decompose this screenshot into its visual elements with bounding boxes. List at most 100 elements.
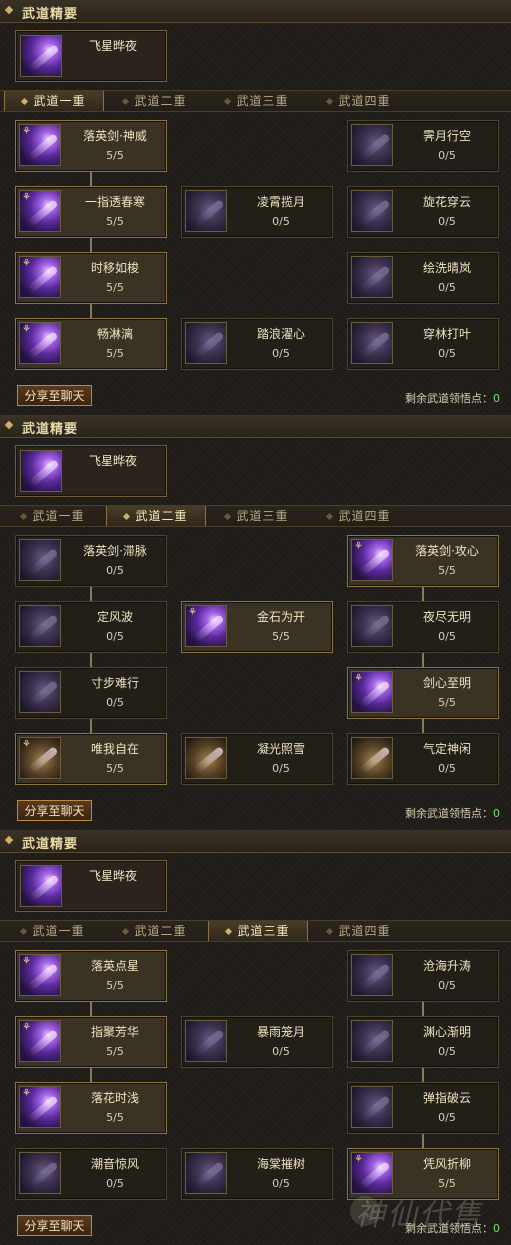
diamond-icon <box>4 5 14 15</box>
skill-node[interactable]: ⚘ 剑心至明 5/5 <box>347 667 499 719</box>
tab-label: 武道二重 <box>135 509 188 523</box>
skill-node[interactable]: ⚘ 落英剑·攻心 5/5 <box>347 535 499 587</box>
skill-level: 5/5 <box>106 762 124 775</box>
share-to-chat-button[interactable]: 分享至聊天 <box>17 385 92 406</box>
skill-level: 0/5 <box>438 347 456 360</box>
diamond-icon <box>20 512 28 521</box>
skill-node[interactable]: 踏浪濯心 0/5 <box>181 318 333 370</box>
skill-level: 5/5 <box>106 347 124 360</box>
skill-name: 金石为开 <box>256 610 305 624</box>
skill-node[interactable]: ⚘ 时移如梭 5/5 <box>15 252 167 304</box>
skill-level: 0/5 <box>438 281 456 294</box>
skill-icon: ⚘ <box>19 322 61 364</box>
diamond-icon <box>4 420 14 430</box>
skill-node[interactable]: 定风波 0/5 <box>15 601 167 653</box>
skill-level: 0/5 <box>106 1177 124 1190</box>
diamond-icon <box>326 97 334 106</box>
share-to-chat-button[interactable]: 分享至聊天 <box>17 1215 92 1236</box>
skill-icon <box>351 322 393 364</box>
skill-name: 落英剑·神威 <box>83 129 147 143</box>
skill-node[interactable]: ⚘ 落英点星 5/5 <box>15 950 167 1002</box>
skill-level: 5/5 <box>106 281 124 294</box>
skill-node[interactable]: ⚘ 畅淋漓 5/5 <box>15 318 167 370</box>
skill-name: 暴雨笼月 <box>256 1025 305 1039</box>
skill-name: 凝光照雪 <box>256 742 305 756</box>
remaining-points-value: 0 <box>493 1222 500 1235</box>
tab-tier-2[interactable]: 武道二重 <box>106 921 204 941</box>
diamond-icon <box>225 927 233 936</box>
skill-icon <box>185 1020 227 1062</box>
tab-tier-2[interactable]: 武道二重 <box>106 506 206 526</box>
tab-label: 武道三重 <box>236 509 289 523</box>
skill-level: 0/5 <box>272 215 290 228</box>
skill-tree-panel: 武道精要飞星晔夜武道一重 武道二重 武道三重 武道四重 ⚘ 落英点星 5/5 沧海升涛 0/5 ⚘… <box>0 830 511 1245</box>
skill-level: 5/5 <box>438 564 456 577</box>
skill-level: 5/5 <box>272 630 290 643</box>
essence-skill-icon <box>20 865 62 907</box>
skill-name: 时移如梭 <box>90 261 139 275</box>
skill-node[interactable]: ⚘ 落英剑·神威 5/5 <box>15 120 167 172</box>
skill-icon <box>351 954 393 996</box>
tier-tab-bar: 武道一重 武道二重 武道三重 武道四重 <box>0 920 511 942</box>
skill-level: 5/5 <box>106 979 124 992</box>
skill-node[interactable]: 夜尽无明 0/5 <box>347 601 499 653</box>
skill-tree-panel: 武道精要飞星晔夜武道一重 武道二重 武道三重 武道四重落英剑·滞脉 0/5 ⚘ 落英剑·攻心… <box>0 415 511 830</box>
skill-node[interactable]: 暴雨笼月 0/5 <box>181 1016 333 1068</box>
skill-level: 5/5 <box>106 215 124 228</box>
tab-label: 武道二重 <box>134 94 187 108</box>
essence-skill-slot[interactable]: 飞星晔夜 <box>15 860 167 912</box>
skill-icon: ⚘ <box>351 1152 393 1194</box>
section-title: 武道精要 <box>22 422 79 437</box>
tab-label: 武道一重 <box>32 924 85 938</box>
skill-node[interactable]: 寸步难行 0/5 <box>15 667 167 719</box>
skill-node[interactable]: ⚘ 唯我自在 5/5 <box>15 733 167 785</box>
skill-node[interactable]: 霁月行空 0/5 <box>347 120 499 172</box>
skill-node[interactable]: 绘洗晴岚 0/5 <box>347 252 499 304</box>
essence-skill-name: 飞星晔夜 <box>88 869 137 883</box>
skill-icon: ⚘ <box>351 539 393 581</box>
essence-skill-icon <box>20 450 62 492</box>
skill-icon: ⚘ <box>351 671 393 713</box>
tab-tier-3[interactable]: 武道三重 <box>208 921 308 941</box>
skill-icon <box>185 190 227 232</box>
tab-tier-4[interactable]: 武道四重 <box>310 921 408 941</box>
skill-node[interactable]: 潮音惊风 0/5 <box>15 1148 167 1200</box>
essence-skill-slot[interactable]: 飞星晔夜 <box>15 30 167 82</box>
share-to-chat-button[interactable]: 分享至聊天 <box>17 800 92 821</box>
skill-node[interactable]: 落英剑·滞脉 0/5 <box>15 535 167 587</box>
skill-node[interactable]: 旋花穿云 0/5 <box>347 186 499 238</box>
skill-name: 绘洗晴岚 <box>422 261 471 275</box>
tab-tier-2[interactable]: 武道二重 <box>106 91 204 111</box>
skill-icon <box>185 322 227 364</box>
skill-node[interactable]: ⚘ 金石为开 5/5 <box>181 601 333 653</box>
watermark-text: 神仙代售 <box>355 1198 483 1233</box>
tab-tier-1[interactable]: 武道一重 <box>4 91 104 111</box>
skill-node[interactable]: 沧海升涛 0/5 <box>347 950 499 1002</box>
skill-level: 0/5 <box>272 762 290 775</box>
tab-tier-3[interactable]: 武道三重 <box>208 506 306 526</box>
tab-tier-4[interactable]: 武道四重 <box>310 506 408 526</box>
tab-tier-4[interactable]: 武道四重 <box>310 91 408 111</box>
skill-node[interactable]: 海棠摧树 0/5 <box>181 1148 333 1200</box>
skill-node[interactable]: ⚘ 落花时浅 5/5 <box>15 1082 167 1134</box>
skill-level: 0/5 <box>106 630 124 643</box>
skill-node[interactable]: ⚘ 一指透春寒 5/5 <box>15 186 167 238</box>
skill-node[interactable]: 穿林打叶 0/5 <box>347 318 499 370</box>
skill-node[interactable]: 弹指破云 0/5 <box>347 1082 499 1134</box>
section-header: 武道精要 <box>0 830 511 853</box>
tab-tier-1[interactable]: 武道一重 <box>4 921 102 941</box>
tab-tier-3[interactable]: 武道三重 <box>208 91 306 111</box>
skill-icon <box>185 1152 227 1194</box>
essence-skill-slot[interactable]: 飞星晔夜 <box>15 445 167 497</box>
skill-node[interactable]: 凝光照雪 0/5 <box>181 733 333 785</box>
skill-node[interactable]: ⚘ 指聚芳华 5/5 <box>15 1016 167 1068</box>
skill-node[interactable]: 气定神闲 0/5 <box>347 733 499 785</box>
skill-node[interactable]: 凌霄揽月 0/5 <box>181 186 333 238</box>
skill-name: 畅淋漓 <box>96 327 133 341</box>
skill-name: 指聚芳华 <box>90 1025 139 1039</box>
skill-level: 5/5 <box>106 149 124 162</box>
skill-name: 潮音惊风 <box>90 1157 139 1171</box>
tab-label: 武道三重 <box>236 94 289 108</box>
skill-node[interactable]: 渊心渐明 0/5 <box>347 1016 499 1068</box>
tab-tier-1[interactable]: 武道一重 <box>4 506 102 526</box>
